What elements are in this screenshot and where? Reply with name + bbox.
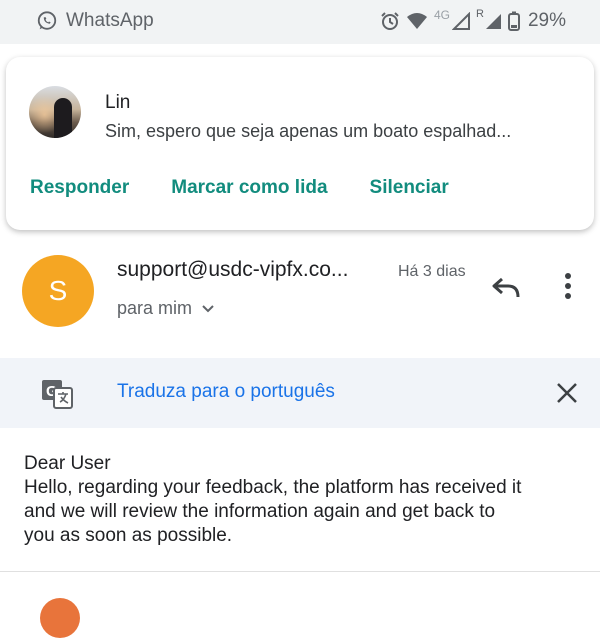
notification-card[interactable]: Lin Sim, espero que seja apenas um boato…	[6, 57, 594, 230]
email-date: Há 3 dias	[398, 263, 466, 280]
signal-icon	[485, 14, 501, 29]
roaming-indicator: R	[476, 8, 484, 20]
translate-icon: G	[42, 380, 73, 409]
divider	[0, 571, 600, 572]
next-message-avatar[interactable]	[40, 598, 80, 638]
notification-actions: Responder Marcar como lida Silenciar	[30, 177, 449, 199]
translate-link[interactable]: Traduza para o português	[117, 381, 335, 403]
email-body-line: and we will review the information again…	[24, 501, 496, 522]
translate-bar: G Traduza para o português	[0, 358, 600, 428]
notification-avatar	[29, 86, 81, 138]
alarm-icon	[381, 12, 399, 30]
notification-message: Sim, espero que seja apenas um boato esp…	[105, 121, 512, 141]
email-body-line: you as soon as possible.	[24, 525, 233, 546]
recipient-label: para mim	[117, 298, 193, 318]
wifi-icon	[407, 13, 427, 29]
mute-action-button[interactable]: Silenciar	[370, 177, 449, 199]
battery-icon	[507, 11, 520, 31]
status-app: WhatsApp	[36, 10, 154, 32]
notification-sender: Lin	[105, 92, 131, 113]
status-app-name: WhatsApp	[66, 10, 154, 31]
battery-percent: 29%	[527, 10, 566, 31]
email-body-line: Hello, regarding your feedback, the plat…	[24, 477, 522, 498]
sender-avatar[interactable]: S	[22, 255, 94, 327]
reply-icon[interactable]	[490, 273, 522, 301]
whatsapp-icon	[37, 11, 57, 30]
email-body-line: Dear User	[24, 453, 111, 474]
mark-read-action-button[interactable]: Marcar como lida	[171, 177, 327, 199]
status-bar: WhatsApp 4G R 29%	[0, 0, 600, 44]
recipient-toggle[interactable]: para mim	[117, 298, 214, 319]
status-indicators: 4G R 29%	[380, 8, 566, 32]
sender-address[interactable]: support@usdc-vipfx.co...	[117, 258, 348, 282]
email-body: Dear User Hello, regarding your feedback…	[24, 452, 584, 548]
signal-icon	[452, 12, 471, 30]
more-vert-icon[interactable]	[556, 270, 580, 302]
chevron-down-icon	[202, 304, 214, 312]
network-type: 4G	[434, 8, 451, 22]
close-icon[interactable]	[556, 382, 578, 404]
reply-action-button[interactable]: Responder	[30, 177, 129, 199]
